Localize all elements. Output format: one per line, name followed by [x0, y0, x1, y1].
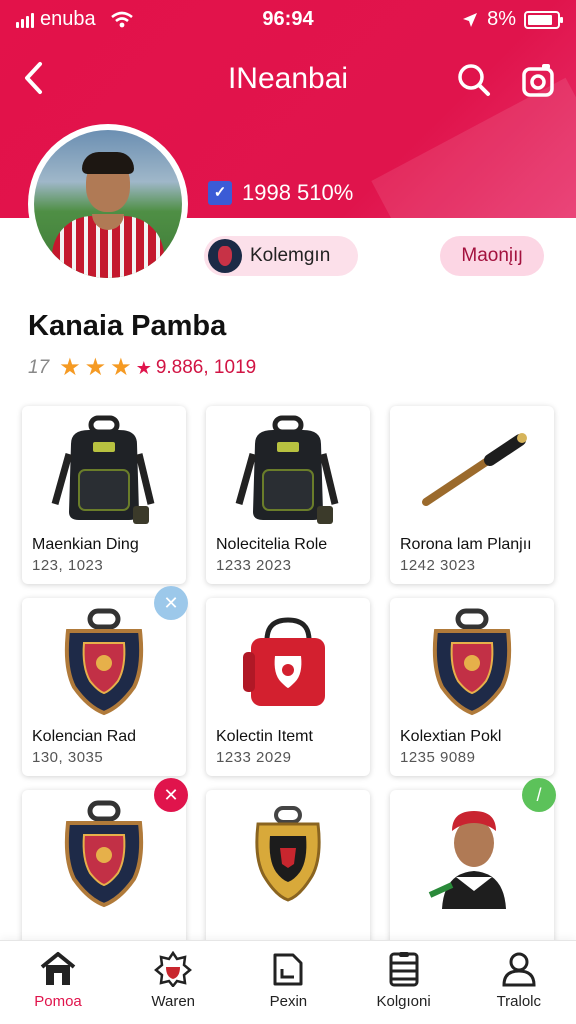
trophy-icon [206, 790, 370, 918]
profile-name: Kanaia Pamba [28, 310, 227, 342]
badge-icon [115, 951, 231, 987]
tab-label: Pomoa [34, 993, 82, 1010]
bat-icon [390, 406, 554, 534]
item-card[interactable]: Maenkian Ding 123, 1023 [22, 406, 186, 584]
list-icon [346, 951, 462, 987]
manage-button[interactable]: Maonįıȷ [440, 236, 544, 276]
item-code: 123, 1023 [32, 557, 104, 574]
item-label: Kolectin Itemt [216, 728, 313, 745]
tab-user[interactable]: Tralolc [461, 947, 576, 1019]
item-card[interactable]: Rorona lam Planjıı 1242 3023 [390, 406, 554, 584]
tab-label: Tralolc [496, 993, 542, 1010]
verified-text: 1998 510% [242, 180, 354, 205]
status-right: 8% [461, 8, 563, 31]
rating-count: 9.886, 1019 [155, 357, 257, 378]
item-card[interactable]: Kolectin Itemt 1233 2029 [206, 598, 370, 776]
rating: 17 ★ ★ ★ ★ 9.886, 1019 [28, 356, 256, 380]
battery-percent: 8% [487, 8, 516, 30]
tab-document[interactable]: Pexin [230, 947, 346, 1019]
crest-icon [390, 598, 554, 726]
collection-button[interactable]: Kolemgın [204, 236, 358, 276]
bottom-tab-bar: Pomoa Waren Pexin Kolgıoni Tralolc [0, 940, 576, 1024]
collection-thumbnail [208, 239, 242, 273]
backpack-icon [22, 406, 186, 534]
item-card[interactable]: Nolecitelia Role 1233 2023 [206, 406, 370, 584]
avatar-image [34, 130, 182, 278]
tab-label: Kolgıoni [376, 993, 431, 1010]
navigation-bar: INeanbai [0, 56, 576, 104]
close-badge-icon[interactable]: ✕ [154, 586, 188, 620]
search-icon[interactable] [456, 62, 492, 98]
collection-label: Kolemgın [250, 245, 331, 266]
item-label: Kolencian Rad [32, 728, 137, 745]
edit-badge-icon[interactable]: / [522, 778, 556, 812]
star-icon: ★ [84, 354, 107, 381]
avatar [28, 124, 188, 284]
item-card[interactable]: Kolencian Rad 130, 3035 [22, 598, 186, 776]
tab-label: Pexin [269, 993, 308, 1010]
remove-badge-icon[interactable]: ✕ [154, 778, 188, 812]
home-icon [0, 951, 116, 987]
star-icon: ★ [135, 358, 152, 378]
item-label: Maenkian Ding [32, 536, 139, 553]
item-card[interactable]: Kolextian Pokl 1235 9089 [390, 598, 554, 776]
tab-list[interactable]: Kolgıoni [346, 947, 462, 1019]
tab-badge[interactable]: Waren [115, 947, 231, 1019]
verified-check-icon: ✓ [208, 181, 232, 205]
rating-number: 17 [28, 357, 50, 378]
item-code: 1233 2023 [216, 557, 292, 574]
rating-stars: ★ ★ ★ ★ [59, 356, 152, 380]
status-bar: enuba 96:94 8% [0, 8, 576, 34]
item-label: Kolextian Pokl [400, 728, 502, 745]
item-code: 1233 2029 [216, 749, 292, 766]
item-label: Nolecitelia Role [216, 536, 328, 553]
location-arrow-icon [463, 12, 478, 27]
item-code: 130, 3035 [32, 749, 104, 766]
item-code: 1242 3023 [400, 557, 476, 574]
tab-label: Waren [151, 993, 195, 1010]
user-icon [461, 951, 576, 987]
item-label: Rorona lam Planjıı [400, 536, 532, 553]
verified-stat: ✓ 1998 510% [208, 180, 353, 206]
document-icon [230, 951, 346, 987]
camera-icon[interactable] [520, 62, 556, 98]
battery-icon [524, 10, 563, 29]
bag-icon [206, 598, 370, 726]
backpack-icon [206, 406, 370, 534]
star-icon: ★ [59, 354, 81, 381]
tab-home[interactable]: Pomoa [0, 947, 116, 1019]
item-code: 1235 9089 [400, 749, 476, 766]
star-icon: ★ [110, 354, 132, 381]
